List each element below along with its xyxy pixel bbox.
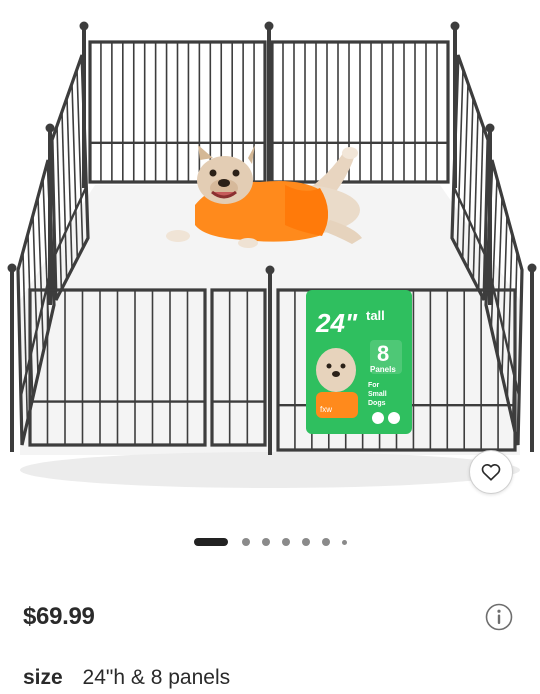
size-row: size 24"h & 8 panels [23,666,230,690]
floor-shadow [20,452,520,488]
carousel-dot[interactable] [241,538,250,546]
tag-usage-2: Small [368,391,387,398]
carousel-dot[interactable] [281,538,290,546]
carousel-dot[interactable] [261,538,270,546]
product-image[interactable]: 24" tall 8 Panels For Small Dogs fxw [0,0,540,520]
tag-usage-1: For [368,382,380,389]
tag-height: 24" [315,308,358,338]
carousel-dot[interactable] [321,538,330,546]
heart-icon [481,464,501,481]
price: $69.99 [23,603,95,630]
tag-panels: Panels [370,365,396,374]
tag-tall: tall [366,308,385,323]
carousel-dot[interactable] [341,539,347,545]
playpen-illustration: 24" tall 8 Panels For Small Dogs fxw [7,21,537,488]
carousel-dot-active[interactable] [193,538,228,546]
tag-brand: fxw [320,405,332,414]
product-tag: 24" tall 8 Panels For Small Dogs fxw [306,290,412,434]
favorite-button[interactable] [469,450,513,494]
size-value: 24"h & 8 panels [82,666,231,689]
carousel-dot[interactable] [301,538,310,546]
tag-usage-3: Dogs [368,400,386,407]
back-panel-right [270,40,450,184]
image-carousel-indicator[interactable] [0,537,540,547]
size-label: size [23,666,63,689]
info-icon[interactable] [485,603,513,631]
tag-panel-count: 8 [377,341,389,366]
back-fence-panels [79,21,460,188]
